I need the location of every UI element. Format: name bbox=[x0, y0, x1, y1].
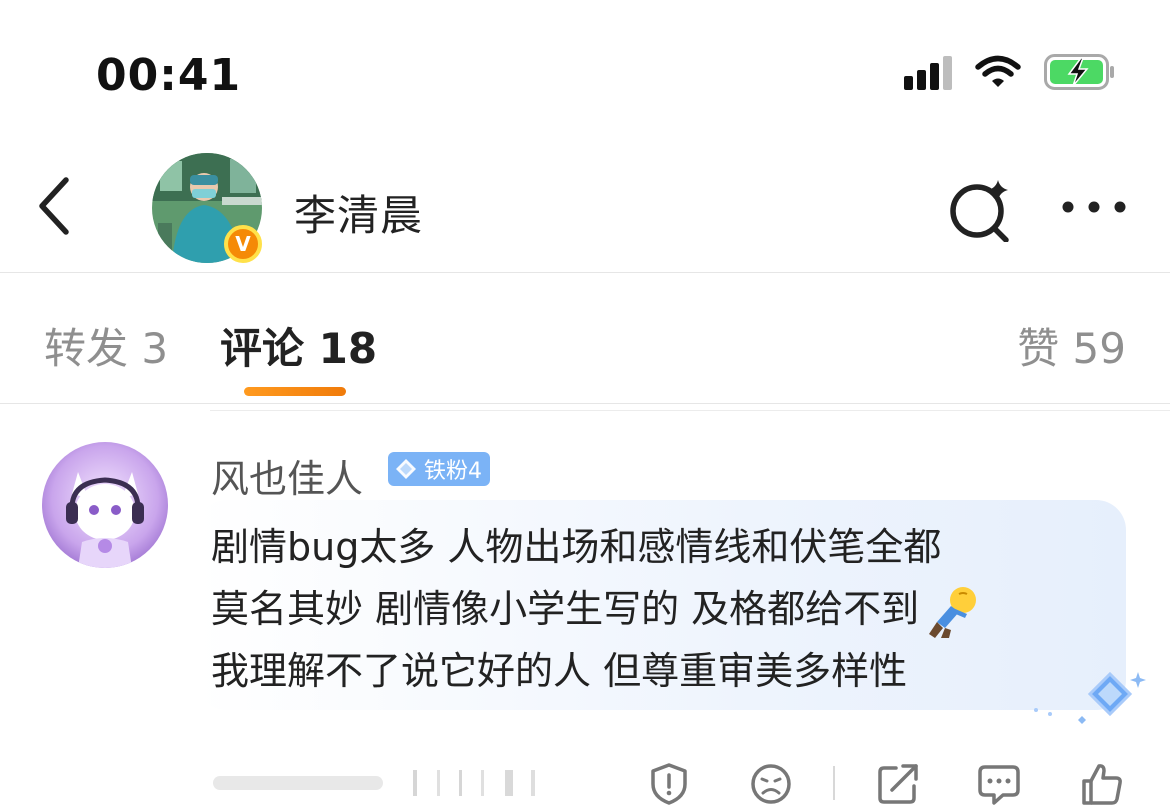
sad-face-icon[interactable] bbox=[749, 762, 793, 806]
verified-badge: V bbox=[224, 225, 262, 263]
active-tab-indicator bbox=[244, 387, 346, 396]
tab-repost[interactable]: 转发 3 bbox=[44, 315, 168, 376]
share-icon[interactable] bbox=[876, 762, 920, 806]
thumbs-up-icon[interactable] bbox=[1080, 762, 1124, 806]
fan-badge[interactable]: 铁粉4 bbox=[388, 452, 490, 486]
tab-bar: 转发 3 评论 18 赞 59 bbox=[0, 273, 1170, 403]
user-avatar[interactable]: V bbox=[152, 153, 262, 263]
comment-line: 我理解不了说它好的人 但尊重审美多样性 bbox=[211, 649, 908, 693]
profile-header: V 李清晨 bbox=[0, 140, 1170, 272]
comment-top-divider bbox=[210, 410, 1170, 411]
comment-line-text: 莫名其妙 剧情像小学生写的 及格都给不到 bbox=[211, 587, 920, 631]
report-icon[interactable] bbox=[647, 762, 691, 806]
more-dots-icon[interactable] bbox=[1058, 190, 1130, 224]
comment-icon[interactable] bbox=[977, 762, 1021, 806]
status-time: 00:41 bbox=[96, 50, 242, 101]
action-separator bbox=[833, 766, 835, 800]
fan-badge-label: 铁粉4 bbox=[424, 459, 482, 484]
diamond-icon bbox=[396, 459, 416, 479]
comment-meta-placeholder bbox=[213, 770, 535, 796]
ai-search-icon[interactable] bbox=[948, 178, 1012, 242]
status-bar: 00:41 bbox=[0, 0, 1170, 140]
tabs-divider bbox=[0, 403, 1170, 404]
commenter-name[interactable]: 风也佳人 bbox=[211, 448, 363, 503]
commenter-avatar[interactable] bbox=[42, 442, 168, 568]
wifi-icon bbox=[975, 55, 1021, 87]
tab-likes[interactable]: 赞 59 bbox=[1017, 315, 1126, 376]
fainting-person-emoji-icon bbox=[929, 586, 977, 638]
comment-line: 莫名其妙 剧情像小学生写的 及格都给不到 bbox=[211, 578, 1111, 640]
page-title[interactable]: 李清晨 bbox=[294, 182, 423, 243]
status-icons bbox=[904, 54, 1116, 90]
back-icon[interactable] bbox=[28, 170, 84, 242]
comment-action-row bbox=[0, 752, 1170, 812]
tab-comments[interactable]: 评论 18 bbox=[220, 315, 377, 376]
battery-charging-icon bbox=[1044, 54, 1114, 90]
cellular-signal-icon bbox=[904, 54, 952, 90]
comment-line: 剧情bug太多 人物出场和感情线和伏笔全都 bbox=[211, 525, 942, 569]
diamond-decoration-icon bbox=[1034, 671, 1146, 724]
comment-text[interactable]: 剧情bug太多 人物出场和感情线和伏笔全都 莫名其妙 剧情像小学生写的 及格都给… bbox=[211, 516, 1111, 702]
